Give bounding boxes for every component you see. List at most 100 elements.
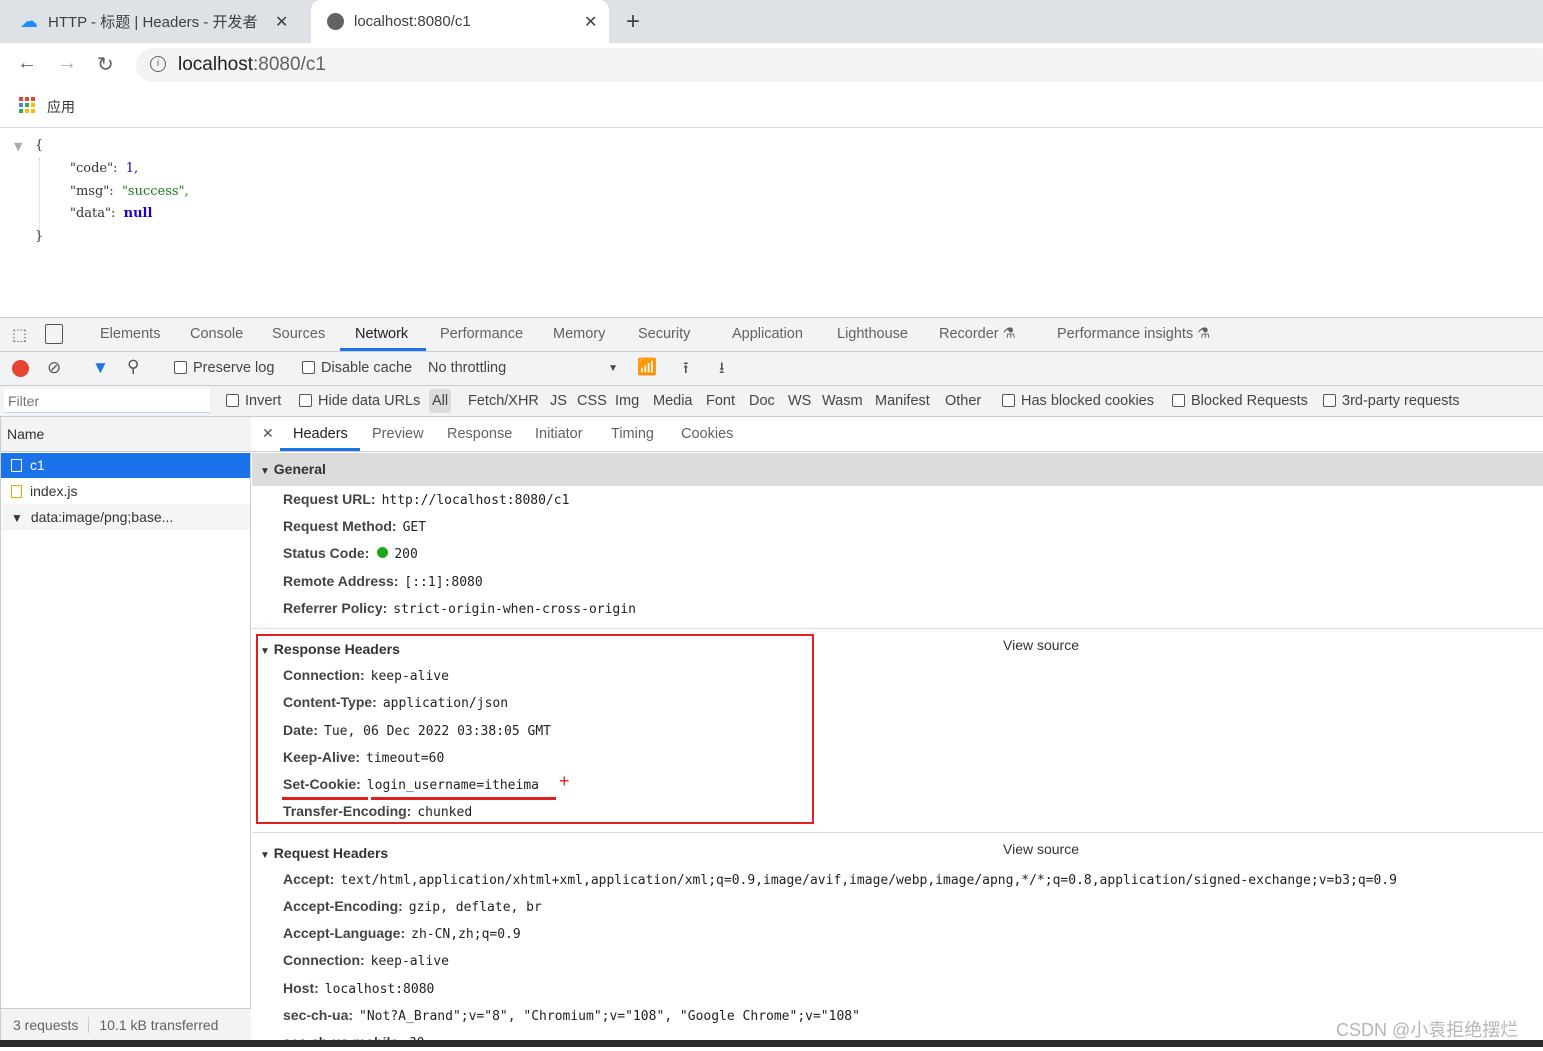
filter-type-fetch[interactable]: Fetch/XHR [468,393,539,409]
bookmark-apps[interactable]: 应用 [47,97,75,117]
tab-network[interactable]: Network [355,326,408,342]
json-line: "data": null [70,206,153,221]
filter-type-manifest[interactable]: Manifest [875,393,930,409]
has-blocked-cookies-checkbox[interactable]: Has blocked cookies [1002,393,1154,409]
tab-timing[interactable]: Timing [611,426,654,442]
filter-input[interactable] [4,389,210,413]
close-detail-icon[interactable]: ✕ [262,425,274,442]
request-list: Name c1 index.js ▼ data:image/png;base...… [0,417,251,1040]
throttling-select[interactable]: No throttling ▼ [428,360,618,376]
tab-security[interactable]: Security [638,326,690,342]
network-summary: 3 requests 10.1 kB transferred [1,1008,251,1040]
filter-type-font[interactable]: Font [706,393,735,409]
url-bar[interactable]: i localhost:8080/c1 [136,48,1543,82]
json-line: "code": 1, [70,161,139,176]
header-row: Request Method: GET [283,518,427,535]
request-headers-section-header[interactable]: ▼ Request Headers [252,837,1543,870]
preserve-log-checkbox[interactable]: Preserve log [174,360,274,376]
header-row: Referrer Policy: strict-origin-when-cross… [283,600,636,617]
highlight-box [256,634,814,824]
tab-recorder[interactable]: Recorder ⚗ [939,326,1016,342]
tab-console[interactable]: Console [190,326,243,342]
filter-type-css[interactable]: CSS [577,393,607,409]
script-icon [11,485,22,498]
flask-icon: ⚗ [1002,326,1016,342]
export-har-icon[interactable]: ⭳ [719,357,725,384]
flask-icon: ⚗ [1197,326,1211,342]
tab-lighthouse[interactable]: Lighthouse [837,326,908,342]
request-row[interactable]: ▼ data:image/png;base... [1,504,250,530]
disable-cache-checkbox[interactable]: Disable cache [302,360,412,376]
filter-type-js[interactable]: JS [550,393,567,409]
back-icon[interactable]: ← [17,52,37,75]
tab-performance[interactable]: Performance [440,326,523,342]
tab-cookies[interactable]: Cookies [681,426,733,442]
apps-icon[interactable] [19,97,35,113]
underline-annotation [282,797,368,800]
filter-type-media[interactable]: Media [653,393,693,409]
browser-tab-active[interactable]: localhost:8080/c1 ✕ [311,0,609,43]
close-tab-icon[interactable]: ✕ [584,12,597,32]
view-source-link[interactable]: View source [1003,841,1079,857]
underline-annotation [371,797,556,800]
detail-tabbar [252,417,1543,452]
network-conditions-icon[interactable]: 📶 [637,357,657,377]
view-source-link[interactable]: View source [1003,637,1079,653]
document-icon [11,459,22,472]
import-har-icon[interactable]: ⭱ [683,357,689,384]
browser-tab[interactable]: ☁ HTTP - 标题 | Headers - 开发者 ✕ [20,0,310,43]
reload-icon[interactable]: ↻ [97,52,114,77]
header-row: Request URL: http://localhost:8080/c1 [283,491,570,508]
tab-response[interactable]: Response [447,426,512,442]
filter-icon[interactable]: ▼ [92,358,109,378]
third-party-checkbox[interactable]: 3rd-party requests [1323,393,1460,409]
taskbar-edge [0,1040,1543,1047]
watermark: CSDN @小袁拒绝摆烂 [1336,1020,1519,1040]
plus-annotation: + [559,771,570,791]
filter-type-img[interactable]: Img [615,393,639,409]
request-row[interactable]: index.js [1,478,250,504]
active-tab-indicator [280,448,360,451]
image-icon: ▼ [11,511,23,525]
tab-headers[interactable]: Headers [293,426,348,442]
filter-type-doc[interactable]: Doc [749,393,775,409]
header-row: Accept: text/html,application/xhtml+xml,a… [283,871,1397,888]
tab-elements[interactable]: Elements [100,326,160,342]
clear-icon[interactable]: ⊘ [47,358,61,378]
collapse-triangle-icon[interactable]: ▼ [14,140,22,153]
blocked-requests-checkbox[interactable]: Blocked Requests [1172,393,1308,409]
search-icon[interactable]: ⚲ [127,357,139,377]
header-row: Accept-Language: zh-CN,zh;q=0.9 [283,925,521,942]
info-icon: i [150,56,166,72]
globe-icon [327,13,344,30]
tab-performance-insights[interactable]: Performance insights ⚗ [1057,326,1210,342]
new-tab-button[interactable]: + [626,0,640,43]
close-tab-icon[interactable]: ✕ [275,12,288,32]
status-ok-icon [377,547,389,558]
tab-application[interactable]: Application [732,326,803,342]
header-row: Accept-Encoding: gzip, deflate, br [283,898,542,915]
tab-sources[interactable]: Sources [272,326,325,342]
inspect-icon[interactable]: ⬚ [12,325,27,345]
tab-strip: ☁ HTTP - 标题 | Headers - 开发者 ✕ localhost:… [0,0,1543,43]
header-row: sec-ch-ua: "Not?A_Brand";v="8", "Chromium… [283,1007,860,1024]
filter-type-ws[interactable]: WS [788,393,811,409]
record-icon[interactable] [12,360,29,377]
header-row: Remote Address: [::1]:8080 [283,573,483,590]
invert-checkbox[interactable]: Invert [226,393,281,409]
hide-data-urls-checkbox[interactable]: Hide data URLs [299,393,420,409]
filter-type-other[interactable]: Other [945,393,981,409]
tab-memory[interactable]: Memory [553,326,605,342]
header-row: Host: localhost:8080 [283,980,435,997]
request-row-selected[interactable]: c1 [1,453,250,478]
tab-preview[interactable]: Preview [372,426,424,442]
name-column-header[interactable]: Name [1,417,251,452]
header-row: Status Code: 200 [283,545,418,562]
dropdown-arrow-icon: ▼ [608,363,618,374]
filter-type-all[interactable]: All [429,389,452,413]
device-toggle-icon[interactable] [45,324,63,344]
filter-type-wasm[interactable]: Wasm [822,393,863,409]
general-section-header[interactable]: ▼ General [252,453,1543,486]
forward-icon[interactable]: → [57,52,77,75]
tab-initiator[interactable]: Initiator [535,426,583,442]
